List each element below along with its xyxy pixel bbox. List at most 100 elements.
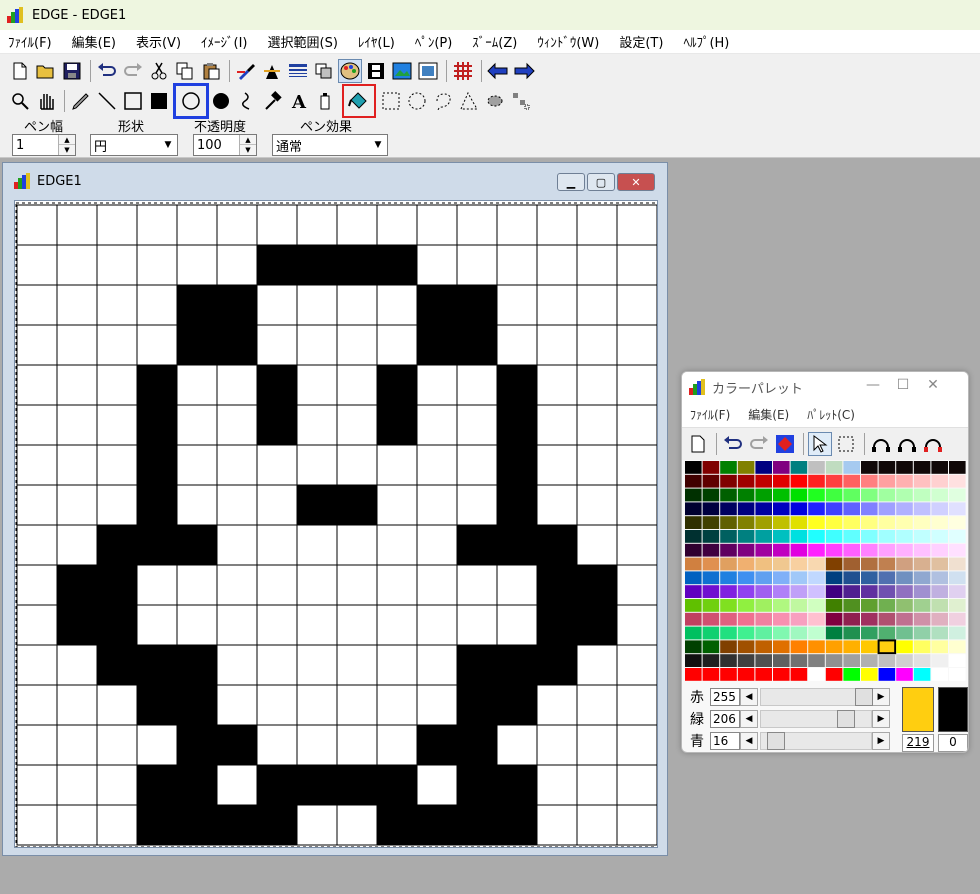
pixel-cell[interactable] [136, 684, 178, 726]
pixel-cell[interactable] [576, 724, 618, 766]
palette-swatch[interactable] [790, 599, 808, 612]
palette-swatch[interactable] [949, 488, 966, 502]
polygon-select-icon[interactable] [457, 89, 481, 113]
pixel-cell[interactable] [456, 484, 498, 526]
pixel-cell[interactable] [296, 724, 338, 766]
pixel-cell[interactable] [536, 444, 578, 486]
pixel-cell[interactable] [56, 484, 98, 526]
pixel-cell[interactable] [576, 484, 618, 526]
ellipse-select-icon[interactable] [405, 89, 429, 113]
maximize-icon[interactable]: ☐ [888, 377, 918, 393]
save-disk-icon[interactable] [60, 59, 84, 83]
palette-swatch[interactable] [790, 654, 808, 667]
pixel-cell[interactable] [96, 724, 138, 766]
palette-swatch[interactable] [790, 461, 808, 474]
pixel-cell[interactable] [96, 604, 138, 646]
palette-swatch[interactable] [931, 502, 948, 516]
palette-swatch[interactable] [913, 654, 931, 667]
pixel-cell[interactable] [216, 804, 258, 846]
pixel-cell[interactable] [16, 564, 58, 606]
pixel-cell[interactable] [416, 804, 458, 846]
pixel-cell[interactable] [256, 364, 298, 406]
palette-swatch[interactable] [896, 557, 913, 571]
palette-swatch[interactable] [720, 488, 737, 502]
pixel-cell[interactable] [256, 564, 298, 606]
blue-slider-thumb[interactable] [766, 732, 785, 750]
palette-swatch[interactable] [808, 571, 825, 585]
palette-swatch[interactable] [913, 543, 931, 557]
pen-width-spinner[interactable]: ▲ ▼ [58, 135, 75, 155]
range-select-icon[interactable] [834, 432, 858, 456]
palette-swatch[interactable] [949, 571, 966, 585]
palette-swatch[interactable] [685, 640, 702, 654]
palette-swatch[interactable] [878, 474, 896, 488]
palette-swatch[interactable] [702, 557, 720, 571]
green-slider-thumb[interactable] [837, 710, 856, 728]
pen-width-field[interactable]: 1 ▲ ▼ [12, 134, 76, 156]
palette-swatch[interactable] [737, 543, 755, 557]
pattern-select-icon[interactable] [509, 89, 533, 113]
filled-ellipse-tool-icon[interactable] [209, 89, 233, 113]
palette-swatch[interactable] [861, 488, 878, 502]
pixel-cell[interactable] [96, 524, 138, 566]
pixel-cell[interactable] [176, 604, 218, 646]
undo-icon[interactable] [95, 59, 119, 83]
red-slider-thumb[interactable] [855, 688, 873, 706]
palette-swatch[interactable] [702, 530, 720, 543]
palette-swatch[interactable] [773, 654, 790, 667]
pixel-cell[interactable] [376, 244, 418, 286]
palette-swatch[interactable] [702, 640, 720, 654]
pixel-cell[interactable] [96, 484, 138, 526]
pixel-cell[interactable] [536, 324, 578, 366]
pixel-cell[interactable] [456, 444, 498, 486]
pixel-cell[interactable] [16, 604, 58, 646]
menu-zoom[interactable]: ｽﾞｰﾑ(Z) [472, 32, 517, 51]
pixel-cell[interactable] [176, 284, 218, 326]
palette-swatch[interactable] [685, 626, 702, 640]
pixel-cell[interactable] [416, 404, 458, 446]
pixel-cell[interactable] [176, 244, 218, 286]
pixel-cell[interactable] [136, 804, 178, 846]
pixel-cell[interactable] [96, 684, 138, 726]
palette-swatch[interactable] [913, 530, 931, 543]
palette-swatch[interactable] [949, 461, 966, 474]
pixel-cell[interactable] [416, 324, 458, 366]
palette-swatch[interactable] [878, 668, 896, 681]
palette-swatch[interactable] [878, 585, 896, 598]
pixel-cell[interactable] [616, 444, 657, 486]
minimize-icon[interactable]: — [858, 377, 888, 393]
pixel-cell[interactable] [616, 724, 657, 766]
palette-swatch[interactable] [702, 612, 720, 626]
pixel-cell[interactable] [496, 324, 538, 366]
palette-swatch[interactable] [843, 640, 860, 654]
ellipse-tool-icon[interactable] [173, 83, 209, 119]
palette-color-grid[interactable] [685, 461, 967, 685]
palette-swatch[interactable] [790, 612, 808, 626]
palette-swatch[interactable] [702, 543, 720, 557]
palette-swatch[interactable] [825, 461, 843, 474]
palette-swatch[interactable] [843, 654, 860, 667]
pixel-cell[interactable] [296, 244, 338, 286]
palette-swatch[interactable] [843, 543, 860, 557]
pixel-cell[interactable] [416, 244, 458, 286]
pixel-cell[interactable] [616, 204, 657, 246]
palette-swatch[interactable] [861, 640, 878, 654]
close-icon[interactable]: ✕ [918, 377, 948, 393]
pixel-cell[interactable] [216, 324, 258, 366]
pixel-cell[interactable] [16, 204, 58, 246]
pixel-cell[interactable] [256, 684, 298, 726]
palette-swatch[interactable] [720, 474, 737, 488]
pixel-cell[interactable] [496, 364, 538, 406]
pixel-grid[interactable] [15, 201, 658, 848]
cut-icon[interactable] [147, 59, 171, 83]
pixel-cell[interactable] [136, 404, 178, 446]
pixel-cell[interactable] [96, 804, 138, 846]
green-increase-icon[interactable]: ▶ [872, 710, 890, 728]
palette-swatch[interactable] [685, 571, 702, 585]
pixel-cell[interactable] [136, 724, 178, 766]
palette-swatch[interactable] [878, 461, 896, 474]
palette-swatch[interactable] [896, 668, 913, 681]
pixel-cell[interactable] [256, 324, 298, 366]
palette-swatch[interactable] [685, 488, 702, 502]
palette-swatch[interactable] [825, 474, 843, 488]
